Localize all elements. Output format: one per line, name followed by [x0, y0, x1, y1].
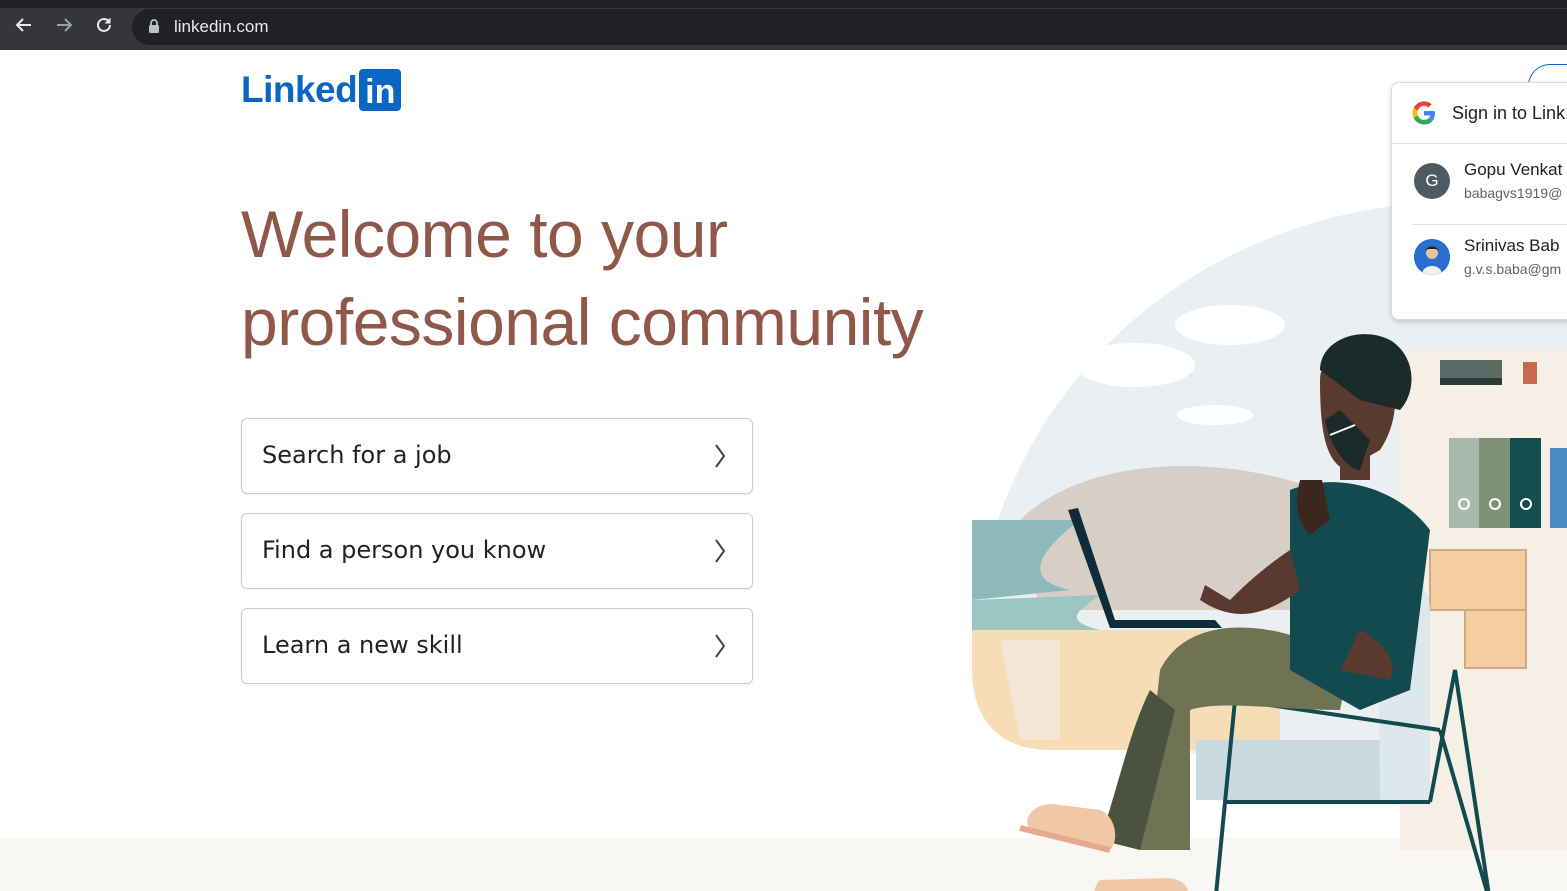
- url-text: linkedin.com: [174, 17, 269, 36]
- avatar: [1414, 239, 1450, 275]
- forward-arrow-icon[interactable]: [51, 12, 77, 38]
- hero-line-1: Welcome to your: [241, 197, 728, 271]
- search-job-button[interactable]: Search for a job: [241, 418, 753, 494]
- popup-header: Sign in to Link: [1392, 83, 1567, 144]
- reload-icon[interactable]: [91, 12, 117, 38]
- account-item[interactable]: Srinivas Bab g.v.s.baba@gm: [1392, 220, 1567, 296]
- page-title: Welcome to your professional community: [241, 190, 1001, 366]
- lock-icon[interactable]: [148, 19, 160, 38]
- tab-strip: [0, 0, 1567, 8]
- account-item[interactable]: G Gopu Venkat babagvs1919@: [1392, 144, 1567, 220]
- browser-toolbar: linkedin.com: [0, 0, 1567, 50]
- account-email: g.v.s.baba@gm: [1464, 261, 1562, 277]
- chevron-right-icon: [714, 633, 726, 663]
- find-person-label: Find a person you know: [262, 536, 547, 564]
- logo-word: Linked: [241, 69, 358, 110]
- search-job-label: Search for a job: [262, 441, 452, 469]
- logo-box: in: [359, 69, 402, 111]
- learn-skill-label: Learn a new skill: [262, 631, 463, 659]
- popup-title: Sign in to Link: [1452, 103, 1566, 123]
- find-person-button[interactable]: Find a person you know: [241, 513, 753, 589]
- google-logo-icon: [1412, 101, 1436, 129]
- account-name: Gopu Venkat: [1464, 160, 1563, 179]
- learn-skill-button[interactable]: Learn a new skill: [241, 608, 753, 684]
- linkedin-logo[interactable]: Linked in: [241, 69, 402, 111]
- hero-line-2: professional community: [241, 285, 924, 359]
- chevron-right-icon: [714, 443, 726, 473]
- account-name: Srinivas Bab: [1464, 236, 1560, 255]
- google-signin-popup: Sign in to Link G Gopu Venkat babagvs191…: [1391, 82, 1567, 320]
- back-arrow-icon[interactable]: [11, 12, 37, 38]
- avatar: G: [1414, 163, 1450, 199]
- chevron-right-icon: [714, 538, 726, 568]
- page: Linked in Welcome to your professional c…: [0, 50, 1567, 891]
- account-email: babagvs1919@: [1464, 185, 1563, 201]
- address-bar[interactable]: linkedin.com: [132, 9, 1567, 45]
